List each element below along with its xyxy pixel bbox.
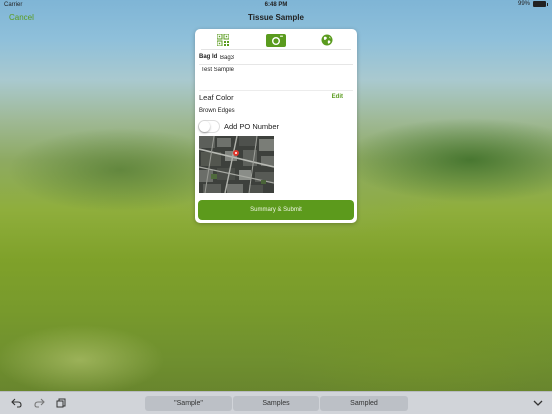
bag-id-input[interactable] [220, 52, 353, 62]
summary-submit-button[interactable]: Summary & Submit [198, 200, 354, 220]
notes-textarea[interactable]: Test Sample [199, 67, 353, 87]
suggestion-3[interactable]: Sampled [320, 396, 408, 411]
cancel-button[interactable]: Cancel [9, 13, 34, 22]
leaf-color-value: Brown Edges [199, 108, 235, 114]
tab-bar [195, 32, 357, 48]
po-number-row: Add PO Number [198, 120, 352, 133]
paste-button[interactable] [55, 397, 67, 409]
page-title: Tissue Sample [248, 13, 304, 22]
satellite-map-image [199, 136, 274, 193]
battery-indicator: 99% [518, 1, 548, 7]
keyboard-suggestion-bar: "Sample" Samples Sampled [0, 391, 552, 414]
battery-percent: 99% [517, 1, 530, 7]
qr-code-icon [217, 34, 229, 46]
location-map-thumbnail[interactable] [199, 136, 274, 193]
sample-form-card: Bag Id Test Sample Leaf Color Edit Brown… [195, 29, 357, 223]
camera-icon [266, 33, 286, 47]
po-number-label: Add PO Number [224, 122, 280, 131]
dismiss-keyboard-button[interactable] [532, 397, 544, 409]
leaf-color-edit-button[interactable]: Edit [332, 94, 343, 100]
status-bar: Carrier 6:48 PM 99% [0, 0, 552, 10]
battery-icon [533, 1, 546, 7]
suggestion-2[interactable]: Samples [233, 396, 319, 411]
po-number-toggle[interactable] [198, 120, 220, 133]
bag-id-row: Bag Id [199, 52, 353, 63]
paste-icon [56, 398, 66, 408]
globe-icon [321, 34, 333, 46]
redo-button[interactable] [33, 397, 45, 409]
chevron-down-icon [533, 400, 543, 406]
navigation-bar: Cancel Tissue Sample [0, 10, 552, 26]
undo-button[interactable] [10, 397, 22, 409]
suggestion-1[interactable]: "Sample" [145, 396, 232, 411]
divider [199, 90, 353, 91]
bag-id-label: Bag Id [199, 54, 218, 60]
leaf-color-label: Leaf Color [199, 93, 234, 102]
tab-qr-code[interactable] [213, 32, 233, 48]
tab-photo[interactable] [263, 32, 289, 48]
clock: 6:48 PM [264, 2, 288, 8]
divider [201, 49, 351, 50]
tab-location[interactable] [317, 32, 337, 48]
redo-icon [33, 398, 45, 408]
undo-icon [10, 398, 22, 408]
leaf-color-row: Leaf Color Edit [199, 93, 353, 105]
divider [199, 64, 353, 65]
toggle-knob [199, 121, 210, 132]
